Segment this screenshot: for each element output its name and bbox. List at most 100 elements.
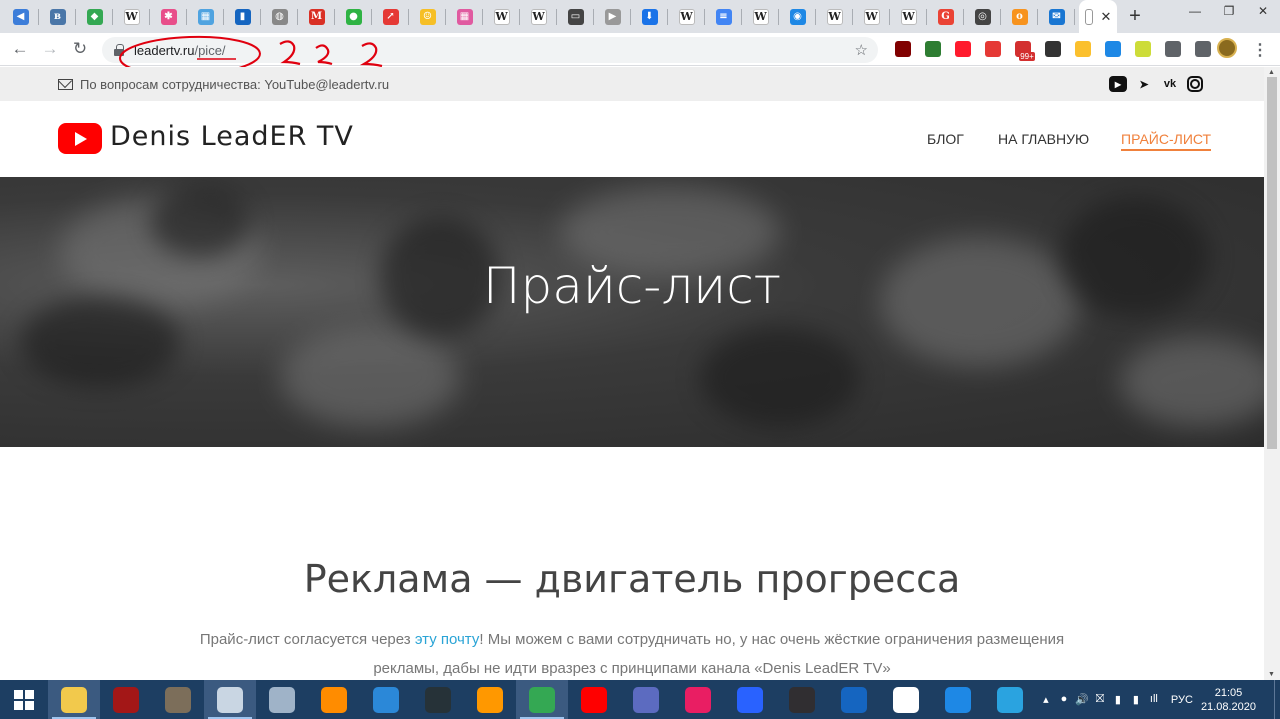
telegram-icon[interactable]: ➤ [1135, 76, 1153, 92]
reload-button[interactable]: ↻ [65, 34, 95, 64]
browser-tab[interactable]: ◉ [779, 0, 816, 33]
file-explorer-icon[interactable] [48, 680, 100, 719]
browser-tab[interactable]: W [483, 0, 520, 33]
profile-avatar[interactable] [1217, 38, 1237, 58]
gimp-icon[interactable] [152, 680, 204, 719]
pattern-ext-icon[interactable] [1128, 37, 1158, 61]
browser-tab[interactable]: ◍ [261, 0, 298, 33]
youtube-icon[interactable]: ▶ [1109, 76, 1127, 92]
restore-button[interactable]: ❐ [1212, 0, 1246, 22]
show-desktop-button[interactable] [1274, 680, 1280, 719]
back-button[interactable]: ← [5, 34, 35, 64]
virtualbox-icon[interactable] [828, 680, 880, 719]
browser-menu-icon[interactable]: ⋮ [1252, 40, 1268, 60]
browser-tab[interactable]: ☺ [409, 0, 446, 33]
puzzle-icon[interactable] [1158, 37, 1188, 61]
start-button[interactable] [0, 680, 48, 719]
url-text[interactable]: leadertv.ru/pice/ [134, 43, 226, 58]
browser-tab[interactable]: ▭ [557, 0, 594, 33]
calculator-icon[interactable] [620, 680, 672, 719]
browser-icon[interactable] [360, 680, 412, 719]
block-icon[interactable] [978, 37, 1008, 61]
scroll-down-icon[interactable]: ▼ [1268, 671, 1275, 678]
acrobat-icon[interactable] [1098, 37, 1128, 61]
yandex-browser-icon[interactable] [880, 680, 932, 719]
clock[interactable]: 21:05 21.08.2020 [1201, 686, 1256, 714]
calendar-321-icon[interactable] [412, 680, 464, 719]
browser-tab[interactable]: ▦ [446, 0, 483, 33]
tray-icon[interactable]: ▮ [1109, 693, 1127, 706]
tray-icon[interactable]: ıll [1145, 693, 1163, 706]
browser-tab[interactable]: W [668, 0, 705, 33]
monitor-icon[interactable] [256, 680, 308, 719]
browser-tab[interactable]: ⬇ [631, 0, 668, 33]
media-player-icon[interactable] [308, 680, 360, 719]
browser-tab[interactable]: ◀ [2, 0, 39, 33]
active-tab[interactable]: ✕ [1079, 0, 1117, 33]
tray-icon[interactable]: ⛝ [1091, 693, 1109, 706]
nav-blog[interactable]: БЛОГ [927, 131, 964, 147]
browser-tab[interactable]: W [890, 0, 927, 33]
page-scrollbar[interactable]: ▲ ▼ [1264, 67, 1280, 680]
youtube-logo-icon[interactable] [58, 123, 102, 154]
email-link[interactable]: эту почту [415, 631, 480, 648]
bookmark-star-icon[interactable]: ☆ [855, 41, 868, 59]
nav-price-list[interactable]: ПРАЙС-ЛИСТ [1121, 131, 1212, 151]
site-logo-text[interactable]: Denis LeadER TV [110, 121, 354, 152]
active-tab-favicon [1084, 8, 1093, 25]
close-tab-icon[interactable]: ✕ [1101, 9, 1112, 25]
browser-tab[interactable]: ✱ [150, 0, 187, 33]
chrome-icon[interactable] [516, 680, 568, 719]
ublock-icon[interactable] [888, 37, 918, 61]
browser-tab[interactable]: ↗ [372, 0, 409, 33]
vk-icon[interactable]: vk [1161, 76, 1179, 92]
browser-tab[interactable]: ▮ [224, 0, 261, 33]
dots-ext-icon[interactable] [1038, 37, 1068, 61]
yandex-icon[interactable] [568, 680, 620, 719]
browser-tab[interactable]: ◆ [76, 0, 113, 33]
browser-tab[interactable]: W [742, 0, 779, 33]
browser-tab[interactable]: W [113, 0, 150, 33]
nav-home[interactable]: НА ГЛАВНУЮ [998, 131, 1089, 147]
forward-button[interactable]: → [35, 34, 65, 64]
tray-icon[interactable]: ▮ [1127, 693, 1145, 706]
browser-tab[interactable]: ▦ [187, 0, 224, 33]
wps-icon[interactable] [932, 680, 984, 719]
s-ext-icon[interactable] [918, 37, 948, 61]
scroll-up-icon[interactable]: ▲ [1268, 69, 1275, 76]
instagram-icon[interactable] [1187, 76, 1203, 92]
browser-tab[interactable]: M [298, 0, 335, 33]
browser-tab[interactable]: W [816, 0, 853, 33]
browser-tab[interactable]: о [1001, 0, 1038, 33]
close-window-button[interactable]: ✕ [1246, 0, 1280, 22]
scrollbar-thumb[interactable] [1267, 77, 1277, 449]
yellow-ext-icon[interactable] [1068, 37, 1098, 61]
browser-tab[interactable]: ◎ [964, 0, 1001, 33]
new-tab-button[interactable]: + [1117, 0, 1153, 33]
opera-icon[interactable] [948, 37, 978, 61]
browser-tab[interactable]: в [39, 0, 76, 33]
badge-ext-icon[interactable]: 99+ [1008, 37, 1038, 61]
lock-icon[interactable] [114, 44, 124, 56]
address-bar[interactable]: leadertv.ru/pice/ ☆ [102, 37, 878, 63]
tray-icon[interactable]: ▴ [1037, 693, 1055, 706]
app-red-icon[interactable] [100, 680, 152, 719]
minimize-button[interactable]: — [1178, 0, 1212, 22]
browser-tab[interactable]: ≡ [705, 0, 742, 33]
sublime-icon[interactable] [464, 680, 516, 719]
ball-icon[interactable] [672, 680, 724, 719]
headset-icon[interactable] [724, 680, 776, 719]
tray-icon[interactable]: ● [1055, 693, 1073, 706]
obs-icon[interactable] [776, 680, 828, 719]
telegram-icon[interactable] [984, 680, 1036, 719]
tray-icon[interactable]: 🔊 [1073, 693, 1091, 706]
browser-tab[interactable]: ● [335, 0, 372, 33]
browser-tab[interactable]: G [927, 0, 964, 33]
browser-tab[interactable]: ▶ [594, 0, 631, 33]
reading-list-icon[interactable] [1188, 37, 1218, 61]
browser-tab[interactable]: ✉ [1038, 0, 1075, 33]
magnifier-icon[interactable] [204, 680, 256, 719]
language-indicator[interactable]: РУС [1171, 694, 1193, 706]
browser-tab[interactable]: W [853, 0, 890, 33]
browser-tab[interactable]: W [520, 0, 557, 33]
